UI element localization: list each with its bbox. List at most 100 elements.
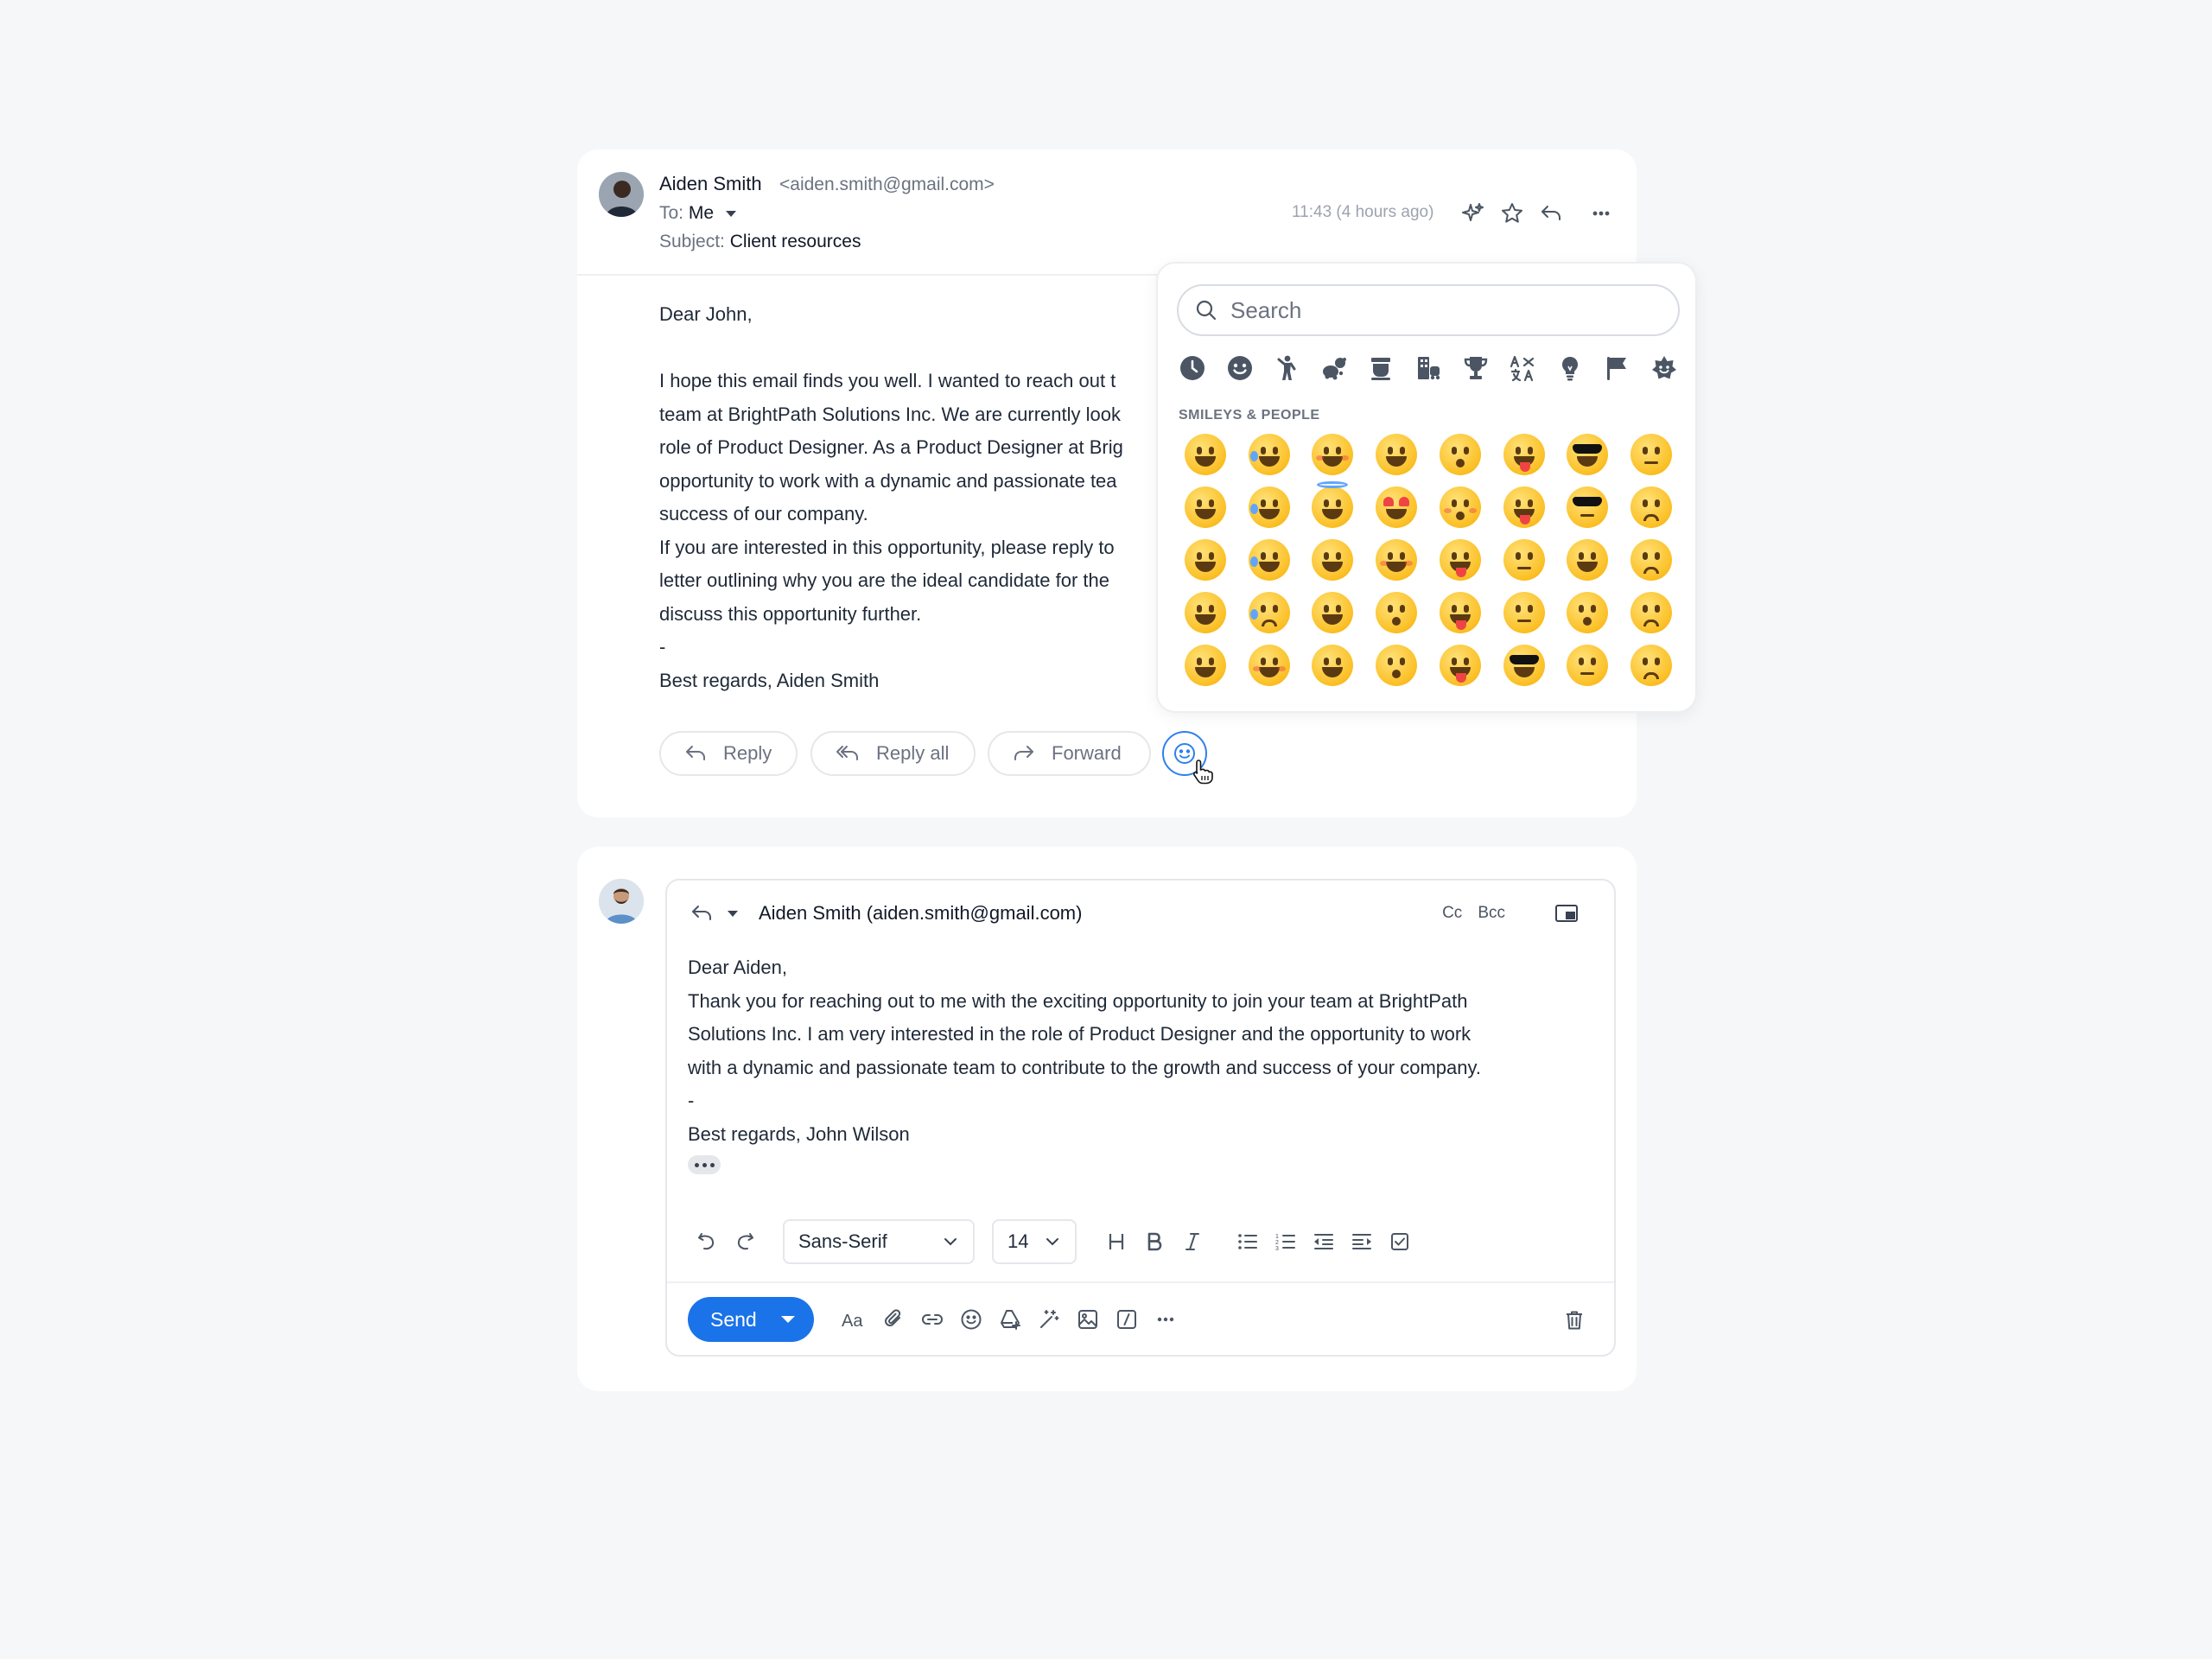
show-trimmed-content-button[interactable] xyxy=(688,1155,721,1174)
emoji-laughing[interactable] xyxy=(1173,643,1237,687)
send-button[interactable]: Send xyxy=(688,1297,814,1342)
italic-icon[interactable] xyxy=(1173,1223,1211,1261)
more-options-icon[interactable] xyxy=(1146,1300,1185,1339)
forward-button[interactable]: Forward xyxy=(988,731,1151,776)
emoji-pensive[interactable] xyxy=(1619,537,1683,582)
recent-icon[interactable] xyxy=(1177,353,1208,384)
text-format-icon[interactable]: Aa xyxy=(835,1300,874,1339)
body-line: success of our company. xyxy=(659,503,868,524)
emoji-grinning[interactable] xyxy=(1173,432,1237,476)
sparkle-icon[interactable] xyxy=(1458,198,1489,229)
emoji-smile[interactable] xyxy=(1301,432,1365,476)
smile-icon xyxy=(1312,433,1354,475)
emoji-yum[interactable] xyxy=(1428,537,1492,582)
sender-avatar[interactable] xyxy=(599,172,644,217)
bcc-button[interactable]: Bcc xyxy=(1478,904,1505,923)
symbols-icon[interactable] xyxy=(1507,353,1538,384)
animals-icon[interactable] xyxy=(1319,353,1350,384)
undo-icon[interactable] xyxy=(688,1223,726,1261)
smiley-icon[interactable] xyxy=(1224,353,1255,384)
emoji-smiley[interactable] xyxy=(1173,485,1237,529)
reply-icon[interactable] xyxy=(1535,198,1567,229)
emoji-kissing-smiling[interactable] xyxy=(1428,432,1492,476)
emoji-kissing-heart[interactable] xyxy=(1364,590,1428,634)
reply-recipient[interactable]: Aiden Smith (aiden.smith@gmail.com) xyxy=(759,902,1082,925)
emoji-rofl[interactable] xyxy=(1237,537,1301,582)
emoji-winking-tongue[interactable] xyxy=(1492,432,1556,476)
nerd-icon xyxy=(1503,644,1545,686)
emoji-hearts[interactable] xyxy=(1364,537,1428,582)
emoji-grin[interactable] xyxy=(1173,537,1237,582)
trash-icon[interactable] xyxy=(1554,1300,1593,1339)
emoji-worried[interactable] xyxy=(1619,590,1683,634)
emoji-monocle[interactable] xyxy=(1492,590,1556,634)
reply-body[interactable]: Dear Aiden, Thank you for reaching out t… xyxy=(688,951,1604,1151)
emoji-beaming[interactable] xyxy=(1173,590,1237,634)
emoji-raised-eyebrow[interactable] xyxy=(1492,537,1556,582)
emoji-holding-tears[interactable] xyxy=(1237,590,1301,634)
signature-icon[interactable] xyxy=(1107,1300,1146,1339)
emoji-halo[interactable] xyxy=(1301,480,1365,529)
emoji-heart-eyes[interactable] xyxy=(1364,485,1428,529)
emoji-disappointed[interactable] xyxy=(1619,485,1683,529)
emoji-zany[interactable] xyxy=(1492,485,1556,529)
indent-icon[interactable] xyxy=(1343,1223,1381,1261)
emoji-squint-tongue[interactable] xyxy=(1428,643,1492,687)
emoji-kissing-closed[interactable] xyxy=(1428,485,1492,529)
reply-button[interactable]: Reply xyxy=(659,731,798,776)
user-avatar[interactable] xyxy=(599,879,644,924)
custom-icon[interactable] xyxy=(1649,353,1680,384)
emoji-slight-smile[interactable] xyxy=(1301,537,1365,582)
person-icon[interactable] xyxy=(1271,353,1302,384)
emoji-disguised[interactable] xyxy=(1556,485,1620,529)
bold-icon[interactable] xyxy=(1135,1223,1173,1261)
travel-icon[interactable] xyxy=(1413,353,1444,384)
redo-icon[interactable] xyxy=(726,1223,764,1261)
emoji-confused[interactable] xyxy=(1619,643,1683,687)
emoji-search-input[interactable] xyxy=(1230,296,1645,324)
emoji-icon[interactable] xyxy=(951,1300,990,1339)
popout-icon[interactable] xyxy=(1554,902,1580,925)
checklist-icon[interactable] xyxy=(1381,1223,1419,1261)
to-line[interactable]: To: Me xyxy=(659,203,736,224)
emoji-sweat-smile[interactable] xyxy=(1237,432,1301,476)
magic-wand-icon[interactable] xyxy=(1029,1300,1068,1339)
food-icon[interactable] xyxy=(1365,353,1396,384)
chevron-down-icon[interactable] xyxy=(725,210,736,217)
emoji-nerd[interactable] xyxy=(1492,643,1556,687)
lightbulb-icon[interactable] xyxy=(1554,353,1586,384)
emoji-star-struck[interactable] xyxy=(1556,537,1620,582)
emoji-wink[interactable] xyxy=(1301,643,1365,687)
emoji-unamused[interactable] xyxy=(1619,432,1683,476)
font-family-select[interactable]: Sans-Serif xyxy=(783,1219,975,1264)
send-options-chevron-icon[interactable] xyxy=(780,1316,795,1323)
emoji-joy[interactable] xyxy=(1237,485,1301,529)
emoji-section-title: SMILEYS & PEOPLE xyxy=(1179,408,1320,423)
numbered-list-icon[interactable]: 123 xyxy=(1267,1223,1305,1261)
emoji-upside-down[interactable] xyxy=(1301,590,1365,634)
emoji-tongue[interactable] xyxy=(1428,590,1492,634)
emoji-sunglasses[interactable] xyxy=(1556,432,1620,476)
sunglasses-icon xyxy=(1567,433,1609,475)
more-icon[interactable] xyxy=(1586,198,1617,229)
emoji-blush[interactable] xyxy=(1237,643,1301,687)
bullet-list-icon[interactable] xyxy=(1229,1223,1267,1261)
outdent-icon[interactable] xyxy=(1305,1223,1343,1261)
star-icon[interactable] xyxy=(1497,198,1528,229)
emoji-relieved[interactable] xyxy=(1364,432,1428,476)
emoji-partying[interactable] xyxy=(1556,590,1620,634)
font-size-select[interactable]: 14 xyxy=(992,1219,1077,1264)
trophy-icon[interactable] xyxy=(1460,353,1491,384)
reply-type-dropdown[interactable] xyxy=(690,902,738,925)
flag-icon[interactable] xyxy=(1601,353,1632,384)
cc-button[interactable]: Cc xyxy=(1442,904,1462,923)
link-icon[interactable] xyxy=(912,1300,951,1339)
paperclip-icon[interactable] xyxy=(874,1300,912,1339)
emoji-search[interactable] xyxy=(1177,284,1680,336)
heading-icon[interactable] xyxy=(1097,1223,1135,1261)
image-icon[interactable] xyxy=(1068,1300,1107,1339)
emoji-smirk[interactable] xyxy=(1556,643,1620,687)
emoji-hushed[interactable] xyxy=(1364,643,1428,687)
reply-all-button[interactable]: Reply all xyxy=(810,731,976,776)
drive-icon[interactable] xyxy=(990,1300,1029,1339)
